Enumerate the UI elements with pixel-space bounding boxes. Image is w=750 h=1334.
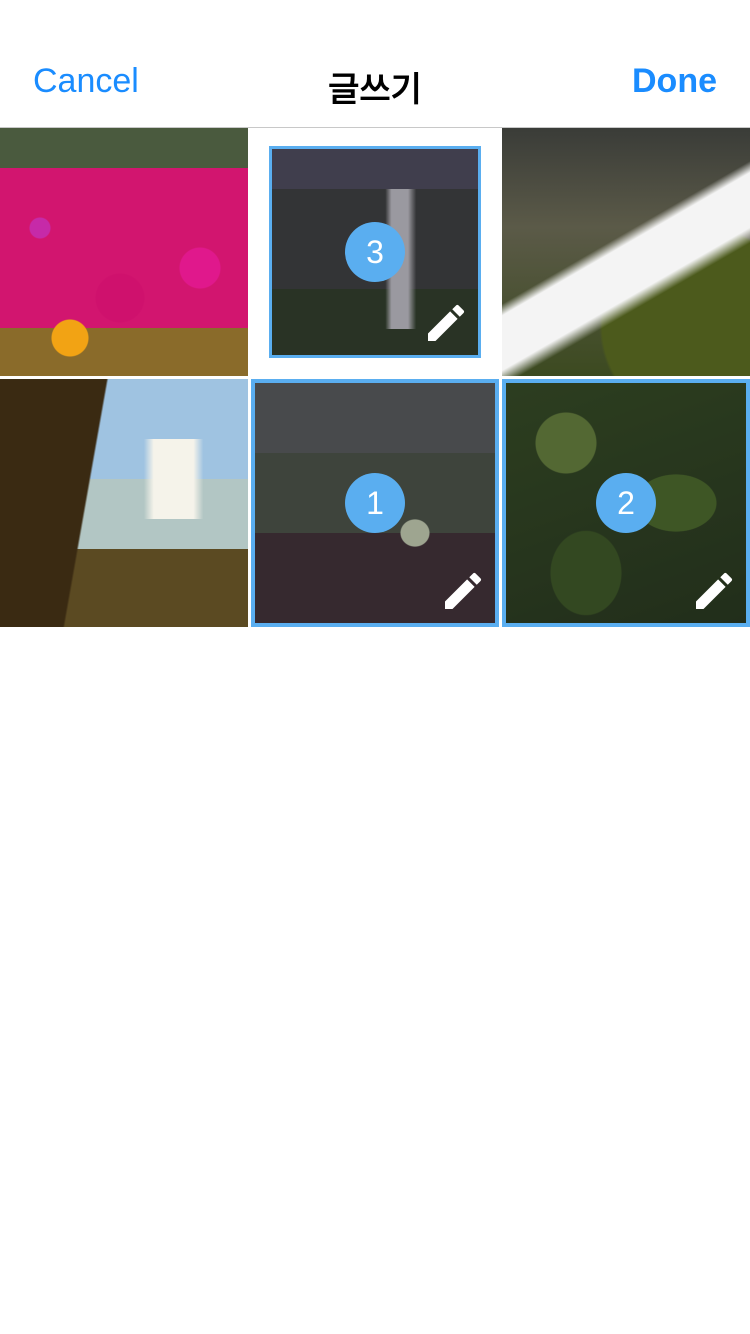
navigation-bar: Cancel 글쓰기 Done [0, 0, 750, 128]
pencil-icon[interactable] [439, 567, 487, 615]
photo-cell-flowers[interactable] [0, 128, 248, 376]
pencil-icon[interactable] [690, 567, 738, 615]
selection-order-badge[interactable]: 1 [345, 473, 405, 533]
photo-cell-waterfall-rocks[interactable] [502, 128, 750, 376]
selection-order-badge[interactable]: 3 [345, 222, 405, 282]
selection-order-badge[interactable]: 2 [596, 473, 656, 533]
photo-cell-waterfall-cliff[interactable]: 3 [251, 128, 499, 376]
done-button[interactable]: Done [632, 62, 717, 101]
photo-grid: 3 1 2 [0, 128, 750, 627]
photo-cell-grass[interactable]: 1 [251, 379, 499, 627]
selected-frame: 1 [251, 379, 499, 627]
photo-cell-leaves[interactable]: 2 [502, 379, 750, 627]
photo-thumbnail [0, 379, 248, 627]
selected-frame: 2 [502, 379, 750, 627]
selected-frame: 3 [269, 146, 481, 358]
pencil-icon[interactable] [422, 299, 470, 347]
photo-cell-waterfall-valley[interactable] [0, 379, 248, 627]
photo-thumbnail [502, 128, 750, 376]
photo-thumbnail [0, 128, 248, 376]
